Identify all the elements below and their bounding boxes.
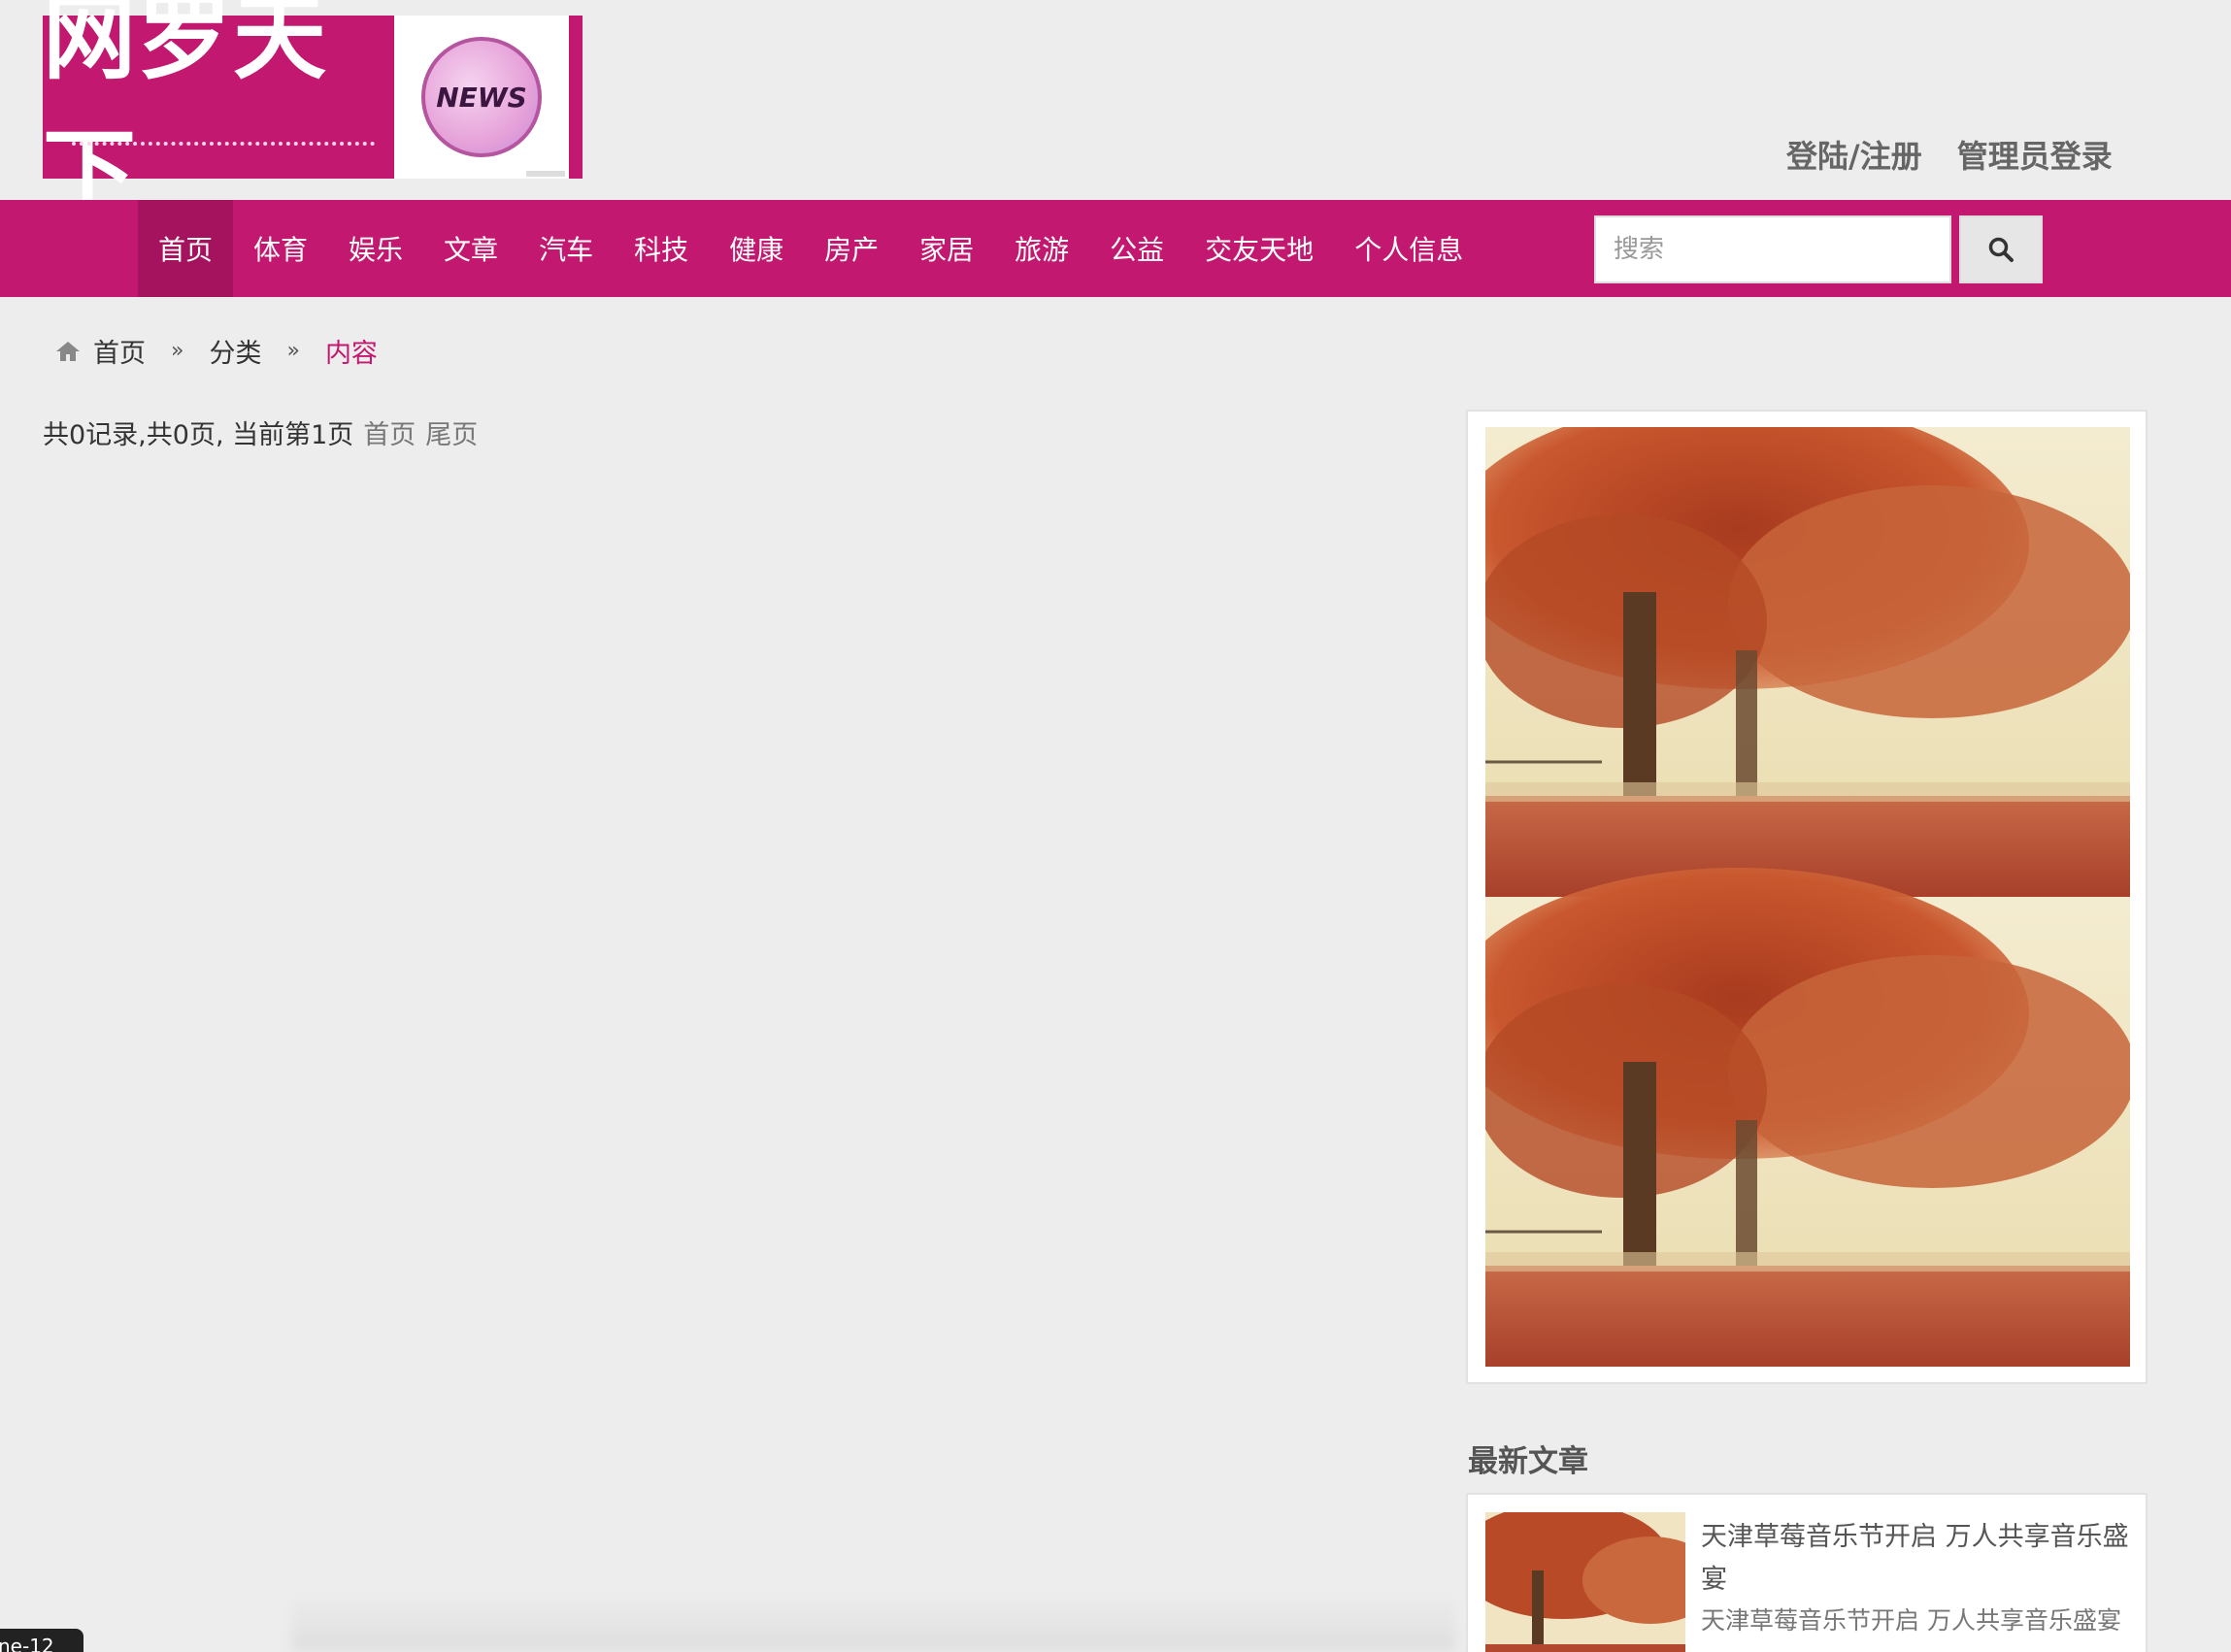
- nav-item-profile[interactable]: 个人信息: [1334, 200, 1483, 297]
- latest-articles-title: 最新文章: [1468, 1444, 1588, 1479]
- article-thumbnail[interactable]: [1485, 1512, 1685, 1652]
- nav-item-social[interactable]: 交友天地: [1184, 200, 1334, 297]
- pagination-summary: 共0记录,共0页, 当前第1页: [43, 420, 354, 450]
- breadcrumb-separator: »: [286, 339, 300, 363]
- breadcrumb-home[interactable]: 首页: [93, 332, 146, 370]
- nav-item-real-estate[interactable]: 房产: [804, 200, 899, 297]
- nav-item-sports[interactable]: 体育: [233, 200, 328, 297]
- logo-text: 网罗天下: [43, 0, 394, 227]
- breadcrumb: 首页 » 分类 » 内容: [54, 332, 378, 370]
- breadcrumb-category[interactable]: 分类: [209, 332, 261, 370]
- nav-item-home-living[interactable]: 家居: [899, 200, 994, 297]
- corner-tag: ne-12: [0, 1629, 83, 1652]
- nav-item-entertainment[interactable]: 娱乐: [328, 200, 423, 297]
- autumn-tree-banner-image[interactable]: [1485, 427, 2130, 1367]
- pagination: 共0记录,共0页, 当前第1页 首页 尾页: [43, 413, 478, 451]
- pagination-first-link[interactable]: 首页: [363, 413, 416, 451]
- search-button[interactable]: [1959, 215, 2043, 283]
- nav-item-charity[interactable]: 公益: [1089, 200, 1184, 297]
- nav-item-cars[interactable]: 汽车: [518, 200, 614, 297]
- pagination-last-link[interactable]: 尾页: [425, 413, 478, 451]
- breadcrumb-current: 内容: [324, 339, 378, 369]
- latest-article-summary: 天津草莓音乐节开启 万人共享音乐盛宴: [1701, 1606, 2121, 1635]
- bottom-shadow: [291, 1592, 1456, 1652]
- nav-item-home[interactable]: 首页: [138, 200, 234, 297]
- nav-item-tech[interactable]: 科技: [614, 200, 709, 297]
- latest-articles-list: 天津草莓音乐节开启 万人共享音乐盛宴 天津草莓音乐节开启 万人共享音乐盛宴: [1466, 1493, 2148, 1652]
- login-register-link[interactable]: 登陆/注册: [1786, 132, 1922, 177]
- badge-corner-decoration: [526, 171, 565, 177]
- sidebar-banner: [1466, 410, 2148, 1384]
- search-input[interactable]: [1594, 215, 1951, 283]
- auth-links: 登陆/注册 管理员登录: [1786, 132, 2113, 177]
- latest-article-title[interactable]: 天津草莓音乐节开启 万人共享音乐盛宴: [1701, 1516, 2134, 1602]
- site-logo[interactable]: 网罗天下 NEWS: [43, 0, 583, 227]
- nav-item-health[interactable]: 健康: [709, 200, 804, 297]
- nav-item-articles[interactable]: 文章: [423, 200, 518, 297]
- main-nav: 首页 体育 娱乐 文章 汽车 科技 健康 房产 家居 旅游 公益 交友天地 个人…: [0, 200, 2231, 297]
- home-icon: [56, 341, 80, 361]
- nav-item-travel[interactable]: 旅游: [994, 200, 1089, 297]
- nav-items: 首页 体育 娱乐 文章 汽车 科技 健康 房产 家居 旅游 公益 交友天地 个人…: [138, 200, 1483, 297]
- news-badge-label: NEWS: [421, 37, 542, 157]
- news-badge: NEWS: [394, 16, 569, 179]
- breadcrumb-separator: »: [171, 339, 184, 363]
- admin-login-link[interactable]: 管理员登录: [1957, 132, 2113, 177]
- search-icon: [1988, 237, 2014, 262]
